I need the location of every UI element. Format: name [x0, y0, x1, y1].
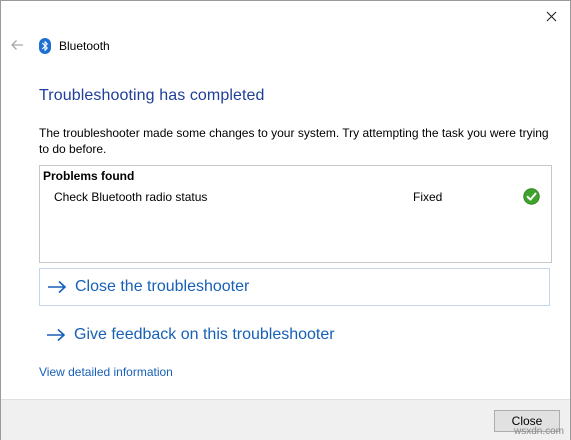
page-heading: Troubleshooting has completed [39, 87, 265, 104]
close-icon [546, 11, 556, 21]
arrow-right-icon [47, 328, 66, 342]
result-description: The troubleshooter made some changes to … [39, 126, 549, 156]
watermark: wsxdn.com [513, 426, 564, 437]
back-button[interactable] [9, 37, 25, 53]
problem-name: Check Bluetooth radio status [54, 190, 208, 204]
window-close-button[interactable] [538, 5, 564, 27]
back-arrow-icon [11, 40, 23, 50]
view-detailed-information-link[interactable]: View detailed information [39, 365, 173, 379]
give-feedback-link[interactable]: Give feedback on this troubleshooter [39, 316, 550, 354]
give-feedback-label: Give feedback on this troubleshooter [74, 326, 335, 343]
problem-row: Check Bluetooth radio status Fixed [40, 188, 551, 208]
problem-status: Fixed [413, 190, 443, 204]
arrow-right-icon [48, 280, 67, 294]
dialog-footer: Close wsxdn.com [1, 399, 570, 440]
window-header: Bluetooth [39, 37, 110, 55]
check-circle-icon [523, 188, 540, 205]
window-title: Bluetooth [59, 39, 110, 53]
problems-header: Problems found [43, 169, 135, 183]
troubleshooter-window: Bluetooth Troubleshooting has completed … [0, 0, 571, 440]
close-troubleshooter-label: Close the troubleshooter [75, 278, 250, 295]
problems-found-list: Problems found Check Bluetooth radio sta… [39, 165, 552, 263]
close-troubleshooter-link[interactable]: Close the troubleshooter [39, 268, 550, 306]
bluetooth-icon [39, 38, 51, 54]
